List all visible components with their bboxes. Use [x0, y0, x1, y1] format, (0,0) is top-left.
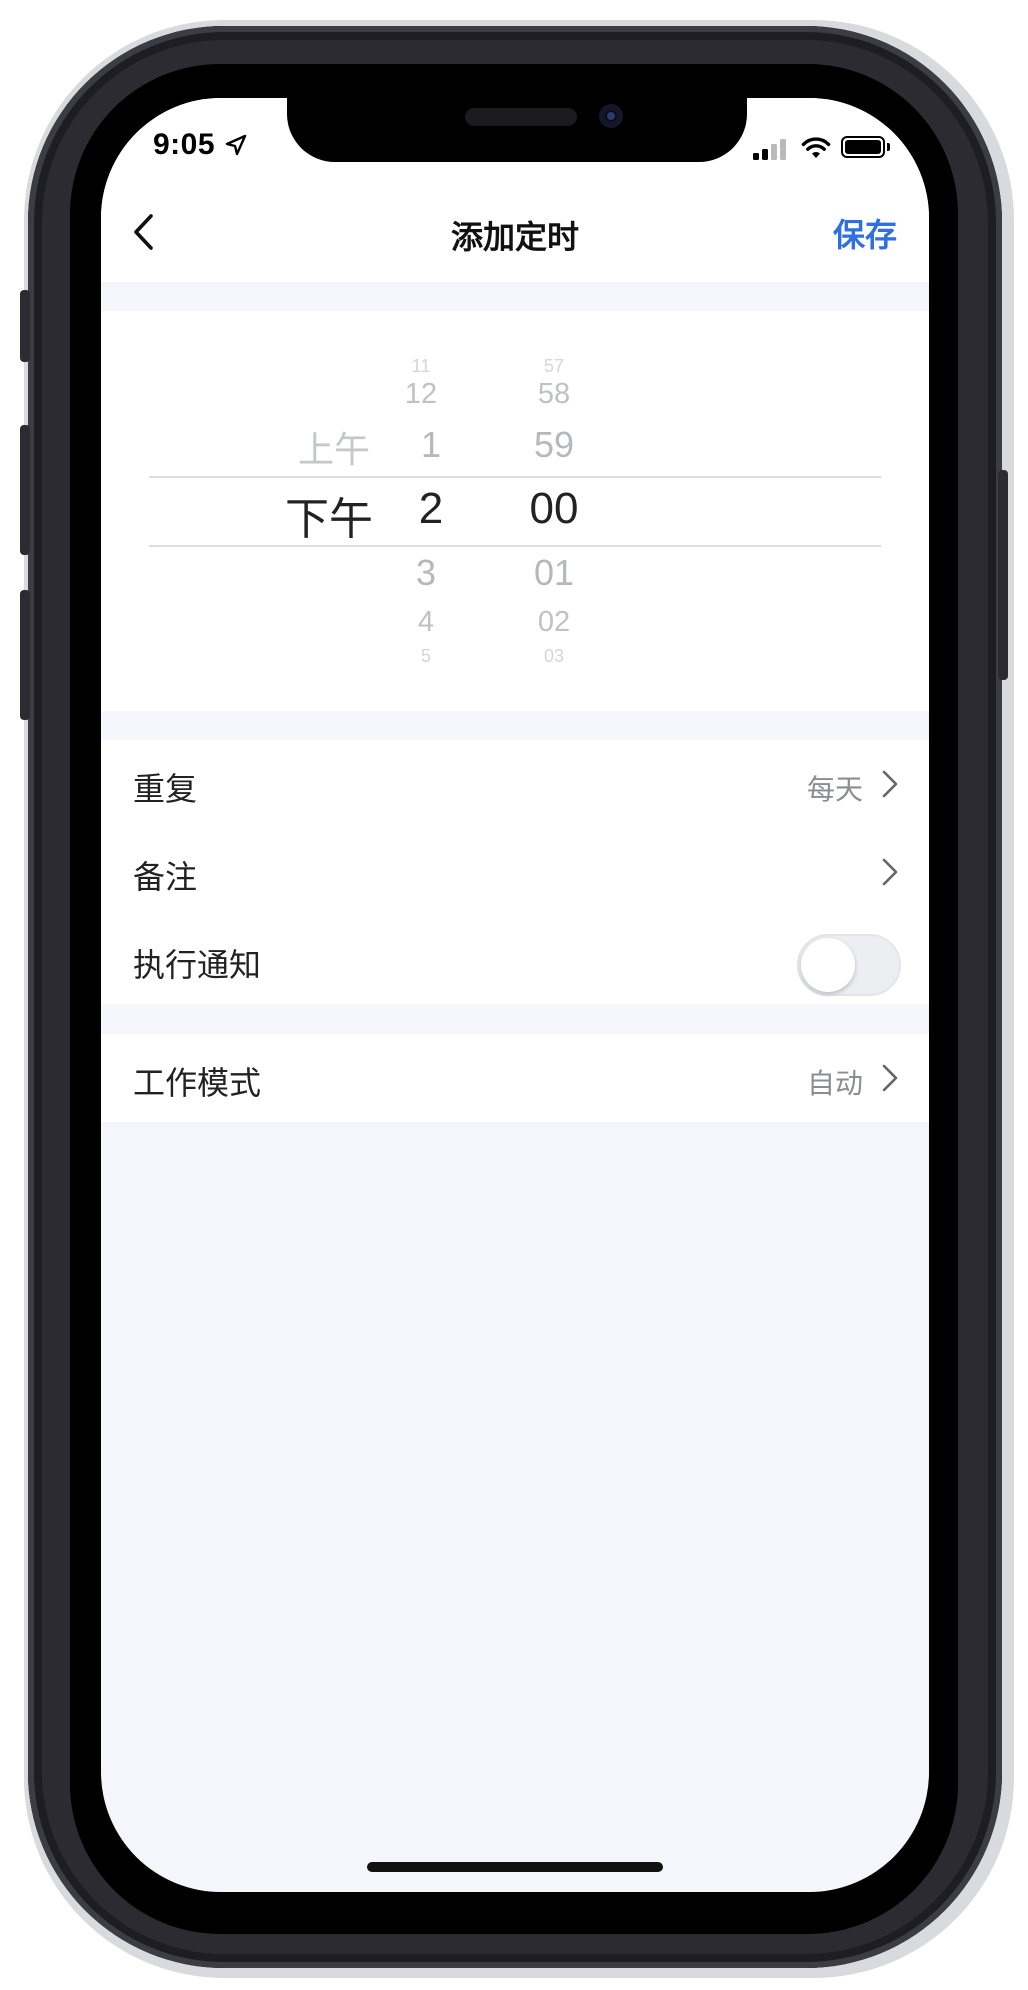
repeat-label: 重复 — [133, 770, 198, 808]
work-mode-value: 自动 — [806, 1067, 863, 1100]
hour-option[interactable]: 11 — [381, 356, 461, 377]
work-mode-section: 工作模式 自动 — [101, 1034, 929, 1122]
chevron-right-icon — [882, 770, 898, 798]
notify-toggle-switch[interactable] — [797, 934, 901, 996]
battery-full-icon — [841, 136, 885, 158]
earpiece-speaker — [465, 108, 577, 126]
battery-tip — [887, 143, 890, 151]
ampm-option-pm-selected[interactable]: 下午 — [269, 483, 389, 547]
notch — [287, 98, 747, 162]
front-camera — [599, 104, 623, 128]
minute-option[interactable]: 59 — [509, 424, 599, 466]
note-label: 备注 — [133, 858, 198, 896]
power-button — [998, 470, 1008, 680]
toggle-knob — [801, 938, 855, 992]
page-title: 添加定时 — [450, 218, 579, 256]
chevron-right-icon — [882, 858, 898, 886]
save-button[interactable]: 保存 — [833, 210, 897, 256]
notify-row: 执行通知 — [101, 916, 929, 1004]
repeat-value: 每天 — [806, 773, 863, 806]
chevron-right-icon — [882, 1064, 898, 1092]
hour-option[interactable]: 12 — [381, 378, 461, 411]
cellular-signal-icon — [753, 138, 791, 160]
minute-option-selected[interactable]: 00 — [504, 484, 604, 534]
repeat-row[interactable]: 重复 每天 — [101, 740, 929, 828]
hour-option[interactable]: 5 — [386, 646, 466, 667]
hour-option[interactable]: 4 — [386, 606, 466, 639]
notify-label: 执行通知 — [133, 946, 262, 984]
picker-selection-bottom-line — [149, 545, 881, 547]
hour-option-selected[interactable]: 2 — [391, 484, 471, 534]
picker-selection-top-line — [149, 476, 881, 478]
mute-switch — [20, 290, 30, 362]
hour-option[interactable]: 1 — [391, 424, 471, 466]
nav-bar: 添加定时 保存 — [101, 178, 929, 282]
volume-up-button — [20, 425, 30, 555]
minute-option[interactable]: 02 — [509, 606, 599, 639]
note-row[interactable]: 备注 — [101, 828, 929, 916]
hour-option[interactable]: 3 — [386, 552, 466, 594]
location-arrow-icon — [225, 134, 247, 156]
timer-settings-section: 重复 每天 备注 执行通知 — [101, 740, 929, 1004]
work-mode-label: 工作模式 — [133, 1064, 262, 1102]
minute-option[interactable]: 58 — [509, 378, 599, 411]
status-time: 9:05 — [153, 128, 216, 161]
minute-option[interactable]: 03 — [509, 646, 599, 667]
minute-option[interactable]: 57 — [509, 356, 599, 377]
home-indicator[interactable] — [367, 1862, 663, 1872]
volume-down-button — [20, 590, 30, 720]
wifi-icon — [801, 137, 831, 158]
time-picker[interactable]: 上午 下午 11 12 1 2 3 4 5 57 58 59 00 01 02 … — [101, 311, 929, 711]
work-mode-row[interactable]: 工作模式 自动 — [101, 1034, 929, 1122]
ampm-option-am[interactable]: 上午 — [279, 421, 389, 473]
minute-option[interactable]: 01 — [509, 552, 599, 594]
app-screen: 9:05 添加定时 保存 上午 下午 11 12 1 2 3 4 5 57 58… — [101, 98, 929, 1892]
